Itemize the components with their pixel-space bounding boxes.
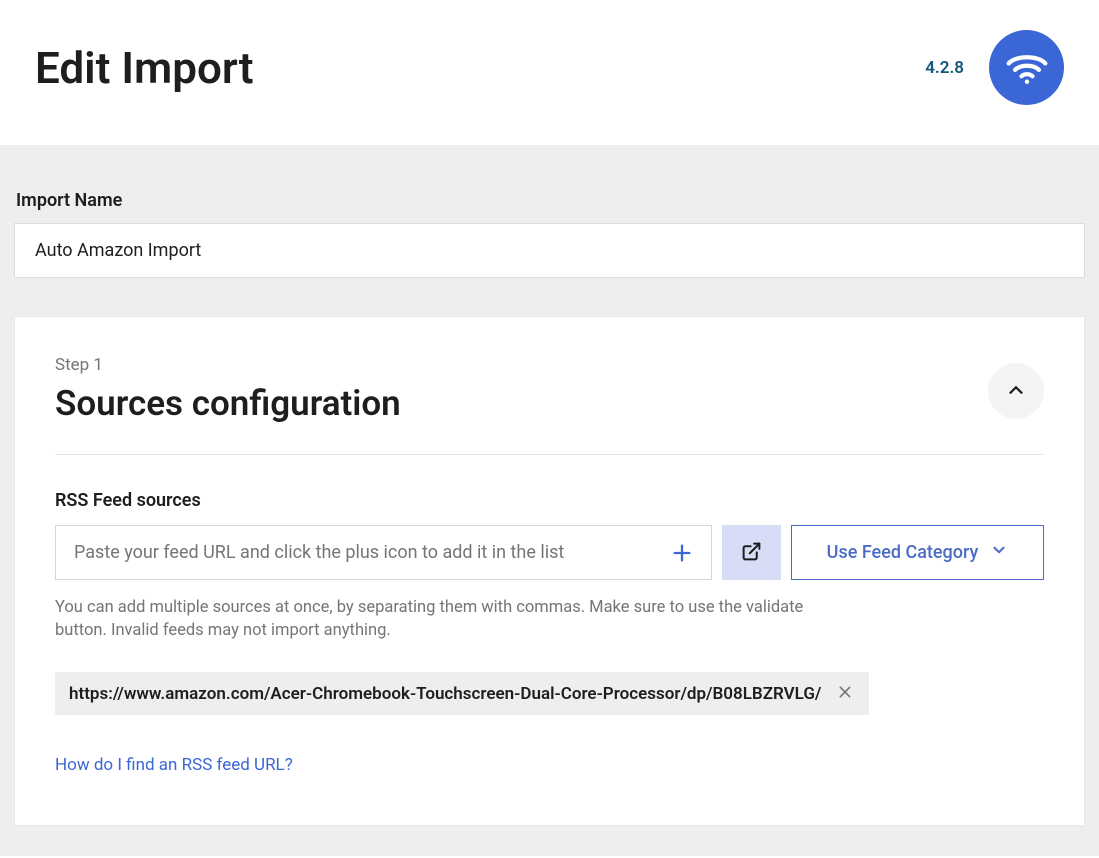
close-icon — [837, 684, 853, 703]
use-feed-category-button[interactable]: Use Feed Category — [791, 525, 1044, 580]
chevron-up-icon — [1005, 379, 1027, 404]
version-label: 4.2.8 — [925, 58, 964, 78]
external-link-icon — [741, 541, 762, 565]
category-button-label: Use Feed Category — [827, 542, 979, 563]
validate-button[interactable] — [722, 525, 781, 580]
helper-text: You can add multiple sources at once, by… — [55, 596, 815, 642]
step-title: Sources configuration — [55, 383, 988, 424]
wifi-icon — [989, 30, 1064, 105]
import-name-input[interactable] — [14, 223, 1085, 278]
step-panel: Step 1 Sources configuration RSS Feed so… — [14, 316, 1085, 826]
divider — [55, 454, 1044, 455]
feed-url-input[interactable] — [74, 526, 661, 579]
step-label: Step 1 — [55, 355, 988, 375]
chevron-down-icon — [990, 541, 1008, 564]
remove-feed-button[interactable] — [835, 682, 855, 705]
import-name-label: Import Name — [14, 190, 1085, 211]
feed-url-text: https://www.amazon.com/Acer-Chromebook-T… — [69, 684, 821, 704]
feed-input-wrapper — [55, 525, 712, 580]
feed-chip: https://www.amazon.com/Acer-Chromebook-T… — [55, 672, 869, 715]
collapse-button[interactable] — [988, 363, 1044, 419]
plus-icon[interactable] — [671, 542, 693, 564]
page-title: Edit Import — [35, 42, 254, 94]
help-link[interactable]: How do I find an RSS feed URL? — [55, 755, 293, 775]
rss-section-label: RSS Feed sources — [55, 490, 1044, 511]
